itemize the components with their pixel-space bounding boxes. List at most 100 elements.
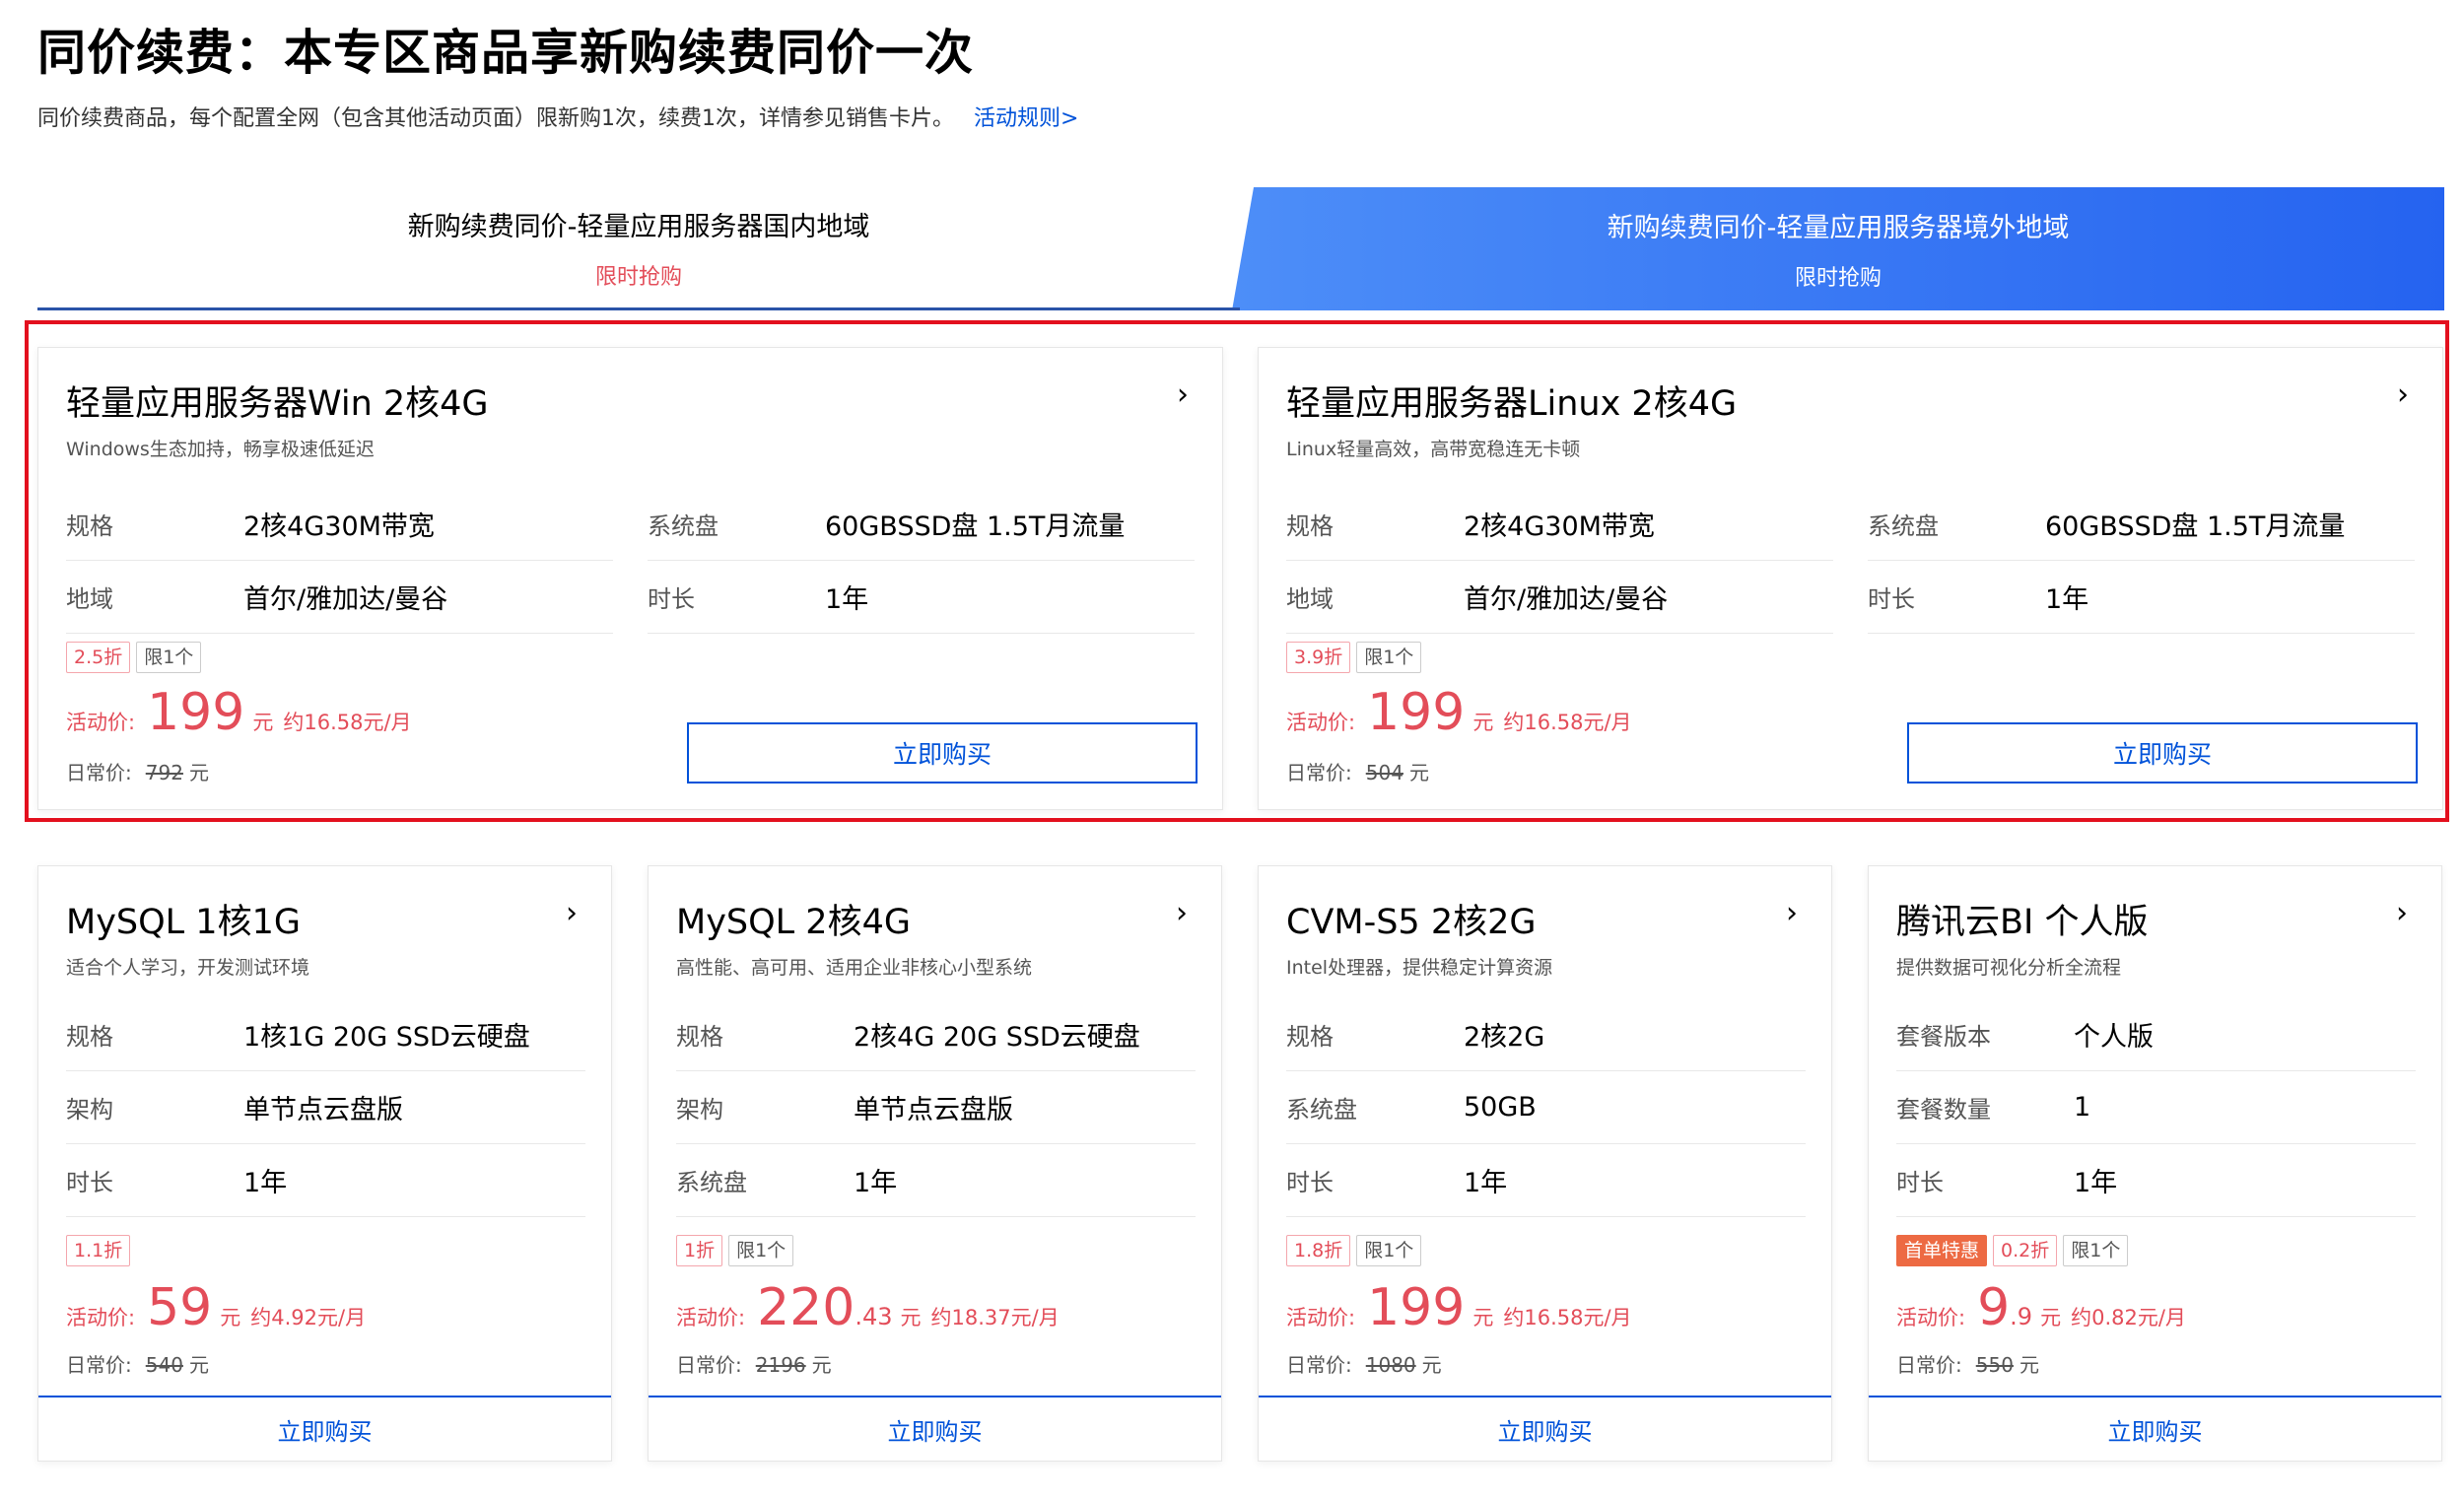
activity-rules-link[interactable]: 活动规则> <box>974 106 1078 131</box>
spec-value: 2核4G 20G SSD云硬盘 <box>854 1022 1140 1053</box>
price-label: 活动价: <box>676 1306 746 1329</box>
spec-key: 规格 <box>1286 512 1334 540</box>
discount-tag: 2.5折 <box>66 642 131 673</box>
card-title: 轻量应用服务器Linux 2核4G <box>1286 384 1738 424</box>
region-tab-bar: 新购续费同价-轻量应用服务器国内地域 限时抢购 新购续费同价-轻量应用服务器境外… <box>37 187 2444 310</box>
buy-now-button[interactable]: 立即购买 <box>38 1396 611 1461</box>
card-title: CVM-S5 2核2G <box>1286 903 1537 942</box>
product-card-mysql-2c4g: MySQL 2核4G › 高性能、高可用、适用企业非核心小型系统 规格 2核4G … <box>648 865 1222 1462</box>
spec-row: 时长 1年 <box>1286 1144 1806 1217</box>
spec-key: 地域 <box>66 585 113 613</box>
product-card-win: 轻量应用服务器Win 2核4G › Windows生态加持，畅享极速低延迟 规格… <box>37 347 1223 810</box>
price-unit: 元 <box>2040 1306 2062 1329</box>
spec-row: 时长 1年 <box>1896 1144 2416 1217</box>
spec-key: 地域 <box>1286 585 1334 613</box>
per-month-price: 约16.58元/月 <box>283 711 412 734</box>
spec-row: 规格 2核4G30M带宽 <box>1286 488 1833 561</box>
per-month-price: 约18.37元/月 <box>930 1306 1060 1329</box>
orig-label: 日常价: <box>66 1353 132 1377</box>
tag-group: 2.5折 限1个 <box>66 642 202 673</box>
spec-row: 系统盘 60GBSSD盘 1.5T月流量 <box>648 488 1195 561</box>
price-unit: 元 <box>1472 1306 1494 1329</box>
spec-row: 系统盘 60GBSSD盘 1.5T月流量 <box>1868 488 2415 561</box>
price-label: 活动价: <box>66 711 136 734</box>
chevron-right-icon[interactable]: › <box>2396 896 2408 930</box>
tag-group: 3.9折 限1个 <box>1286 642 1422 673</box>
original-price: 日常价: 1080 元 <box>1286 1349 1442 1378</box>
card-title: MySQL 2核4G <box>676 903 911 942</box>
spec-row: 系统盘 1年 <box>676 1144 1196 1217</box>
spec-value: 首尔/雅加达/曼谷 <box>1464 584 1669 615</box>
tab-domestic-region[interactable]: 新购续费同价-轻量应用服务器国内地域 限时抢购 <box>37 187 1240 310</box>
buy-now-button[interactable]: 立即购买 <box>687 722 1198 784</box>
spec-value: 2核4G30M带宽 <box>243 511 435 542</box>
spec-value: 1年 <box>2045 584 2089 615</box>
price-label: 活动价: <box>66 1306 136 1329</box>
chevron-right-icon[interactable]: › <box>1177 377 1189 412</box>
spec-key: 系统盘 <box>676 1169 747 1196</box>
buy-now-button[interactable]: 立即购买 <box>649 1396 1221 1461</box>
activity-price: 活动价: 59 元 约4.92元/月 <box>66 1278 366 1337</box>
spec-row: 规格 2核2G <box>1286 998 1806 1071</box>
spec-key: 时长 <box>1286 1169 1334 1196</box>
original-price: 日常价: 540 元 <box>66 1349 209 1378</box>
orig-label: 日常价: <box>1286 1353 1352 1377</box>
card-title: 腾讯云BI 个人版 <box>1896 903 2149 942</box>
spec-row: 时长 1年 <box>66 1144 585 1217</box>
page-description: 同价续费商品，每个配置全网（包含其他活动页面）限新购1次，续费1次，详情参见销售… <box>37 101 1078 132</box>
buy-now-button[interactable]: 立即购买 <box>1259 1396 1831 1461</box>
activity-price: 活动价: 220.43 元 约18.37元/月 <box>676 1278 1060 1337</box>
activity-price: 活动价: 9.9 元 约0.82元/月 <box>1896 1278 2186 1337</box>
orig-unit: 元 <box>2019 1353 2039 1377</box>
spec-row: 时长 1年 <box>1868 561 2415 634</box>
price-unit: 元 <box>1472 711 1494 734</box>
spec-key: 规格 <box>1286 1023 1334 1051</box>
spec-value: 1核1G 20G SSD云硬盘 <box>243 1022 530 1053</box>
price-value: 9 <box>1977 1278 2011 1337</box>
buy-now-button[interactable]: 立即购买 <box>1869 1396 2441 1461</box>
spec-value: 1年 <box>1464 1168 1508 1198</box>
chevron-right-icon[interactable]: › <box>1786 896 1798 930</box>
chevron-right-icon[interactable]: › <box>2397 377 2409 412</box>
orig-label: 日常价: <box>1896 1353 1962 1377</box>
tag-group: 1折 限1个 <box>676 1235 794 1266</box>
per-month-price: 约0.82元/月 <box>2071 1306 2186 1329</box>
price-unit: 元 <box>220 1306 241 1329</box>
tab-overseas-region[interactable]: 新购续费同价-轻量应用服务器境外地域 限时抢购 <box>1232 187 2444 310</box>
price-decimal: .43 <box>855 1303 893 1330</box>
spec-row: 规格 1核1G 20G SSD云硬盘 <box>66 998 585 1071</box>
spec-key: 套餐数量 <box>1896 1096 1991 1124</box>
spec-value: 1 <box>2074 1092 2091 1123</box>
spec-value: 首尔/雅加达/曼谷 <box>243 584 448 615</box>
spec-row: 地域 首尔/雅加达/曼谷 <box>66 561 613 634</box>
spec-value: 1年 <box>825 584 869 615</box>
orig-value: 2196 <box>755 1353 806 1377</box>
card-subtitle: Windows生态加持，畅享极速低延迟 <box>66 439 375 460</box>
price-decimal: .9 <box>2010 1303 2033 1330</box>
activity-price: 活动价: 199 元 约16.58元/月 <box>1286 683 1632 742</box>
spec-key: 系统盘 <box>1286 1096 1357 1124</box>
product-card-linux: 轻量应用服务器Linux 2核4G › Linux轻量高效，高带宽稳连无卡顿 规… <box>1258 347 2443 810</box>
tab-title: 新购续费同价-轻量应用服务器境外地域 <box>1607 213 2070 243</box>
price-unit: 元 <box>900 1306 922 1329</box>
buy-now-button[interactable]: 立即购买 <box>1907 722 2418 784</box>
card-subtitle: Intel处理器，提供稳定计算资源 <box>1286 957 1553 979</box>
price-value: 199 <box>1367 1278 1466 1337</box>
card-subtitle: 适合个人学习，开发测试环境 <box>66 957 310 979</box>
limit-tag: 限1个 <box>2063 1235 2129 1266</box>
card-subtitle: Linux轻量高效，高带宽稳连无卡顿 <box>1286 439 1581 460</box>
orig-label: 日常价: <box>1286 761 1352 784</box>
chevron-right-icon[interactable]: › <box>566 896 578 930</box>
spec-row: 时长 1年 <box>648 561 1195 634</box>
spec-row: 规格 2核4G30M带宽 <box>66 488 613 561</box>
card-title: 轻量应用服务器Win 2核4G <box>66 384 489 424</box>
spec-value: 单节点云盘版 <box>854 1095 1013 1125</box>
spec-key: 时长 <box>66 1169 113 1196</box>
activity-price: 活动价: 199 元 约16.58元/月 <box>66 683 412 742</box>
chevron-right-icon[interactable]: › <box>1176 896 1188 930</box>
price-value: 199 <box>1367 683 1466 742</box>
description-text: 同价续费商品，每个配置全网（包含其他活动页面）限新购1次，续费1次，详情参见销售… <box>37 106 954 131</box>
spec-key: 规格 <box>676 1023 723 1051</box>
spec-row: 系统盘 50GB <box>1286 1071 1806 1144</box>
price-label: 活动价: <box>1286 711 1356 734</box>
